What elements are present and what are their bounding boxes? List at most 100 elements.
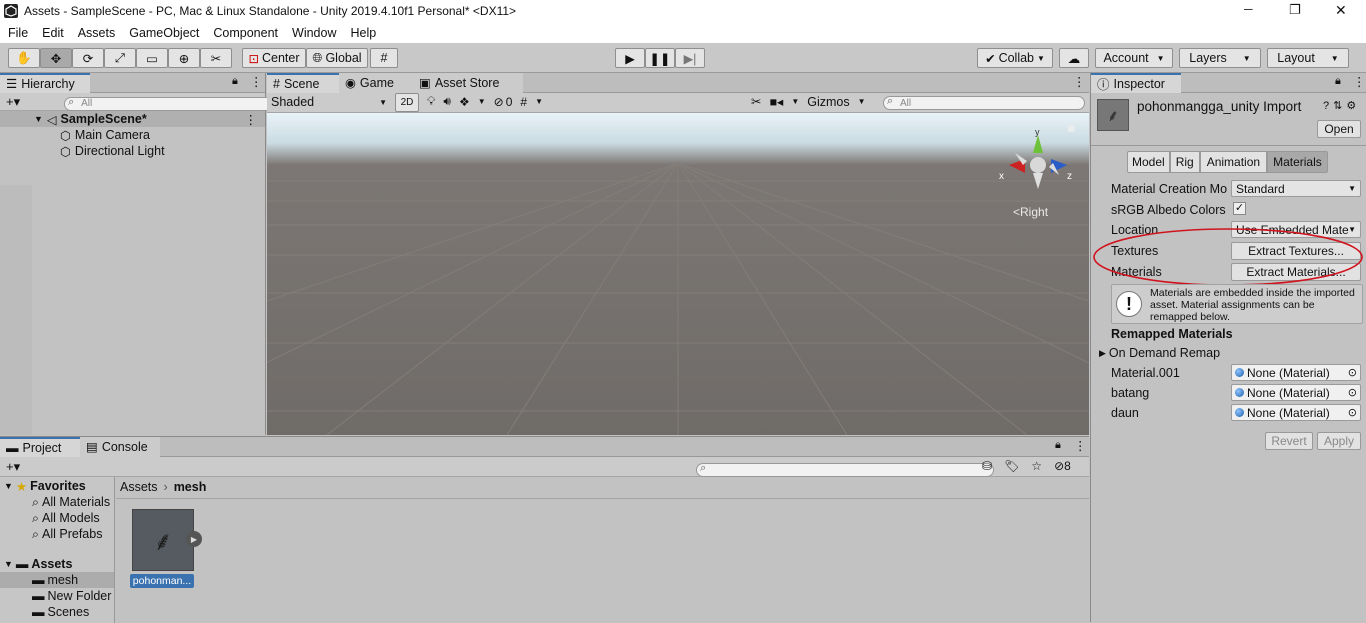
scene-row[interactable]: ▼ ◁ SampleScene* ⋮ [0, 111, 265, 127]
scene-search-input[interactable]: All [883, 95, 1085, 110]
create-add-button[interactable]: +▾ [6, 94, 20, 110]
dropdown-icon[interactable]: ▼ [535, 97, 543, 106]
menu-window[interactable]: Window [292, 26, 336, 40]
collab-button[interactable]: ✔ Collab ▼ [977, 48, 1053, 68]
folder-new-folder[interactable]: ▬ New Folder [0, 588, 114, 604]
object-picker-icon[interactable]: ⊙ [1348, 366, 1357, 379]
dropdown-icon[interactable]: ▼ [858, 97, 866, 106]
create-add-button[interactable]: +▾ [6, 459, 20, 475]
tab-asset-store[interactable]: ▣ Asset Store [413, 72, 523, 93]
camera-icon[interactable]: ■◂ [769, 94, 783, 109]
location-dropdown[interactable]: Use Embedded Mate ▼ [1231, 221, 1361, 238]
shading-mode-dropdown[interactable]: Shaded ▼ [271, 95, 387, 109]
lock-icon[interactable]: 🔒︎ [232, 75, 238, 88]
gizmo-lock-icon[interactable]: ▣ [1067, 123, 1076, 134]
settings-gear-icon[interactable]: ⚙ [1346, 99, 1356, 112]
extract-materials-button[interactable]: Extract Materials... [1231, 263, 1361, 281]
minimize-icon[interactable]: ─ [1244, 2, 1253, 16]
tab-rig[interactable]: Rig [1169, 151, 1200, 173]
search-by-label-icon[interactable]: 🏷︎ [1004, 459, 1019, 473]
favorite-all-materials[interactable]: ⌕ All Materials [0, 494, 114, 510]
folder-scenes[interactable]: ▬ Scenes [0, 604, 114, 620]
extract-textures-button[interactable]: Extract Textures... [1231, 242, 1361, 260]
tab-inspector[interactable]: ⓘ Inspector [1091, 72, 1181, 93]
breadcrumb-mesh[interactable]: mesh [174, 480, 207, 494]
favorite-all-prefabs[interactable]: ⌕ All Prefabs [0, 526, 114, 542]
custom-tool-button[interactable]: ✂ [200, 48, 232, 68]
cloud-button[interactable]: ☁ [1059, 48, 1089, 68]
lighting-toggle-icon[interactable]: 💡︎ [427, 94, 435, 109]
more-icon[interactable]: ⋮ [1073, 74, 1086, 89]
menu-file[interactable]: File [8, 26, 28, 40]
grid-toggle-icon[interactable]: # [520, 95, 527, 109]
more-icon[interactable]: ⋮ [1074, 438, 1087, 453]
layout-button[interactable]: Layout ▼ [1267, 48, 1349, 68]
hierarchy-item-main-camera[interactable]: ⬡ Main Camera [0, 127, 265, 143]
remap-field-material-001[interactable]: None (Material) ⊙ [1231, 364, 1361, 381]
revert-button[interactable]: Revert [1265, 432, 1313, 450]
tab-model[interactable]: Model [1127, 151, 1170, 173]
project-search-input[interactable] [696, 462, 995, 477]
hidden-packages-toggle[interactable]: ⊘ 8 [1054, 459, 1071, 473]
close-icon[interactable]: ✕ [1335, 2, 1347, 19]
tools-icon[interactable]: ✂ [751, 94, 761, 109]
orientation-gizmo[interactable] [993, 127, 1083, 207]
pivot-center-button[interactable]: ⊡ Center [242, 48, 306, 68]
assets-foldout[interactable]: ▼ ▬ Assets [0, 556, 114, 572]
scene-viewport[interactable]: y x z < Right ▣ [267, 113, 1089, 435]
menu-edit[interactable]: Edit [42, 26, 64, 40]
favorite-star-icon[interactable]: ☆ [1031, 459, 1042, 473]
remap-field-batang[interactable]: None (Material) ⊙ [1231, 384, 1361, 401]
favorite-all-models[interactable]: ⌕ All Models [0, 510, 114, 526]
rect-tool-button[interactable]: ▭ [136, 48, 168, 68]
preset-icon[interactable]: ⇅ [1333, 99, 1342, 112]
grid-snap-button[interactable]: # [370, 48, 398, 68]
account-button[interactable]: Account ▼ [1095, 48, 1173, 68]
open-button[interactable]: Open [1317, 120, 1361, 138]
layers-button[interactable]: Layers ▼ [1179, 48, 1261, 68]
rotate-tool-button[interactable]: ⟳ [72, 48, 104, 68]
tab-hierarchy[interactable]: ☰ Hierarchy [0, 72, 90, 93]
menu-help[interactable]: Help [350, 26, 376, 40]
menu-gameobject[interactable]: GameObject [129, 26, 199, 40]
audio-toggle-icon[interactable]: 🔊︎ [443, 94, 451, 109]
view-label[interactable]: < Right [1013, 205, 1048, 219]
object-picker-icon[interactable]: ⊙ [1348, 386, 1357, 399]
on-demand-remap-foldout[interactable]: ▶ On Demand Remap [1099, 346, 1220, 360]
material-creation-dropdown[interactable]: Standard ▼ [1231, 180, 1361, 197]
tab-scene[interactable]: # Scene [267, 72, 339, 93]
srgb-checkbox[interactable]: ✓ [1233, 202, 1246, 215]
more-icon[interactable]: ⋮ [250, 74, 263, 89]
apply-button[interactable]: Apply [1317, 432, 1361, 450]
transform-tool-button[interactable]: ⊕ [168, 48, 200, 68]
play-button[interactable]: ▶ [615, 48, 645, 68]
menu-assets[interactable]: Assets [78, 26, 116, 40]
hand-tool-button[interactable]: ✋ [8, 48, 40, 68]
effects-toggle-icon[interactable]: ❖ [459, 95, 470, 109]
menu-component[interactable]: Component [213, 26, 278, 40]
step-button[interactable]: ▶| [675, 48, 705, 68]
tab-project[interactable]: ▬ Project [0, 436, 80, 457]
dropdown-icon[interactable]: ▼ [478, 97, 486, 106]
breadcrumb-assets[interactable]: Assets [120, 480, 158, 494]
gizmos-dropdown[interactable]: Gizmos [807, 95, 849, 109]
asset-tile[interactable]: ⸙ ▶ pohonman... [130, 509, 202, 589]
tab-game[interactable]: ◉ Game [339, 72, 413, 93]
hidden-objects-icon[interactable]: ⊘ [494, 95, 504, 109]
search-by-type-icon[interactable]: ⛁ [982, 459, 992, 473]
tab-console[interactable]: ▤ Console [80, 436, 160, 457]
more-icon[interactable]: ⋮ [1353, 74, 1366, 89]
favorites-foldout[interactable]: ▼ ★ Favorites [0, 478, 114, 494]
2d-toggle-button[interactable]: 2D [395, 93, 419, 112]
object-picker-icon[interactable]: ⊙ [1348, 406, 1357, 419]
pause-button[interactable]: ❚❚ [645, 48, 675, 68]
more-icon[interactable]: ⋮ [245, 112, 258, 127]
tab-materials[interactable]: Materials [1267, 151, 1328, 173]
folder-mesh[interactable]: ▬ mesh [0, 572, 114, 588]
remap-field-daun[interactable]: None (Material) ⊙ [1231, 404, 1361, 421]
move-tool-button[interactable]: ✥ [40, 48, 72, 68]
restore-icon[interactable]: ❐ [1289, 2, 1301, 18]
hierarchy-item-directional-light[interactable]: ⬡ Directional Light [0, 143, 265, 159]
hierarchy-search-input[interactable]: All [64, 96, 283, 111]
tab-animation[interactable]: Animation [1199, 151, 1268, 173]
